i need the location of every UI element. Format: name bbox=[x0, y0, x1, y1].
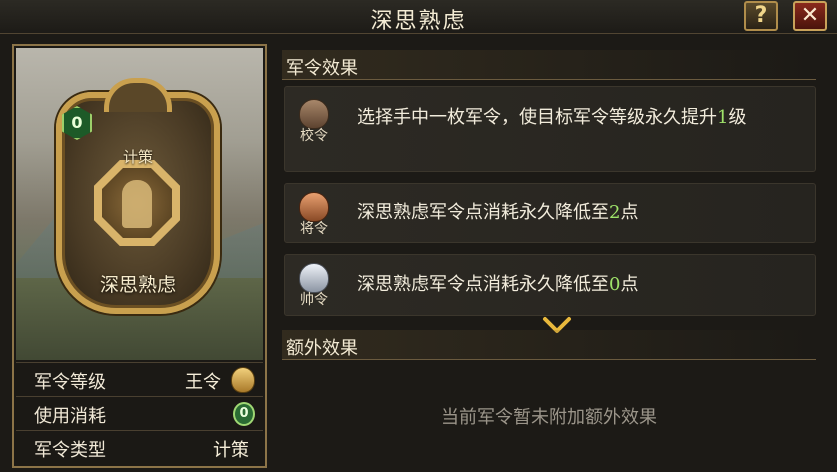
extra-effects-empty-text: 当前军令暂未附加额外效果 bbox=[441, 407, 657, 428]
card-panel: 计策 深思熟虑 0 军令等级 王令 使用消耗 0 军令类型 计策 bbox=[12, 44, 267, 468]
effect-row-shuailing: 帅令 深思熟虑军令点消耗永久降低至0点 bbox=[284, 254, 816, 316]
effect-text: 深思熟虑军令点消耗永久降低至2点 bbox=[357, 200, 803, 226]
effect-text: 深思熟虑军令点消耗永久降低至0点 bbox=[357, 272, 803, 298]
effect-number: 0 bbox=[609, 274, 621, 295]
card-name-label: 深思熟虑 bbox=[99, 274, 176, 296]
help-button[interactable]: ? bbox=[744, 1, 778, 31]
stat-row-level: 军令等级 王令 bbox=[16, 362, 263, 396]
effect-number: 1 bbox=[717, 107, 729, 128]
window-title: 深思熟虑 bbox=[370, 9, 467, 34]
title-bar: 深思熟虑 ? ✕ bbox=[0, 0, 837, 34]
stat-label: 军令类型 bbox=[34, 440, 106, 461]
scholar-portrait-icon bbox=[122, 180, 152, 228]
effect-row-jiangling: 将令 深思熟虑军令点消耗永久降低至2点 bbox=[284, 183, 816, 243]
effect-text-suffix: 级 bbox=[728, 107, 747, 128]
extra-effects-header: 额外效果 bbox=[282, 330, 816, 360]
stat-row-cost: 使用消耗 0 bbox=[16, 396, 263, 430]
stat-row-type: 军令类型 计策 bbox=[16, 430, 263, 464]
emblem-crown bbox=[104, 78, 172, 112]
rank-label: 将令 bbox=[300, 221, 328, 237]
card-stats: 军令等级 王令 使用消耗 0 军令类型 计策 bbox=[16, 362, 263, 464]
effect-text-main: 深思熟虑军令点消耗永久降低至 bbox=[357, 274, 609, 295]
effect-text-suffix: 点 bbox=[620, 202, 639, 223]
rank-label: 校令 bbox=[300, 128, 328, 144]
green-cost-icon: 0 bbox=[233, 402, 255, 426]
effect-row-xiaoling: 校令 选择手中一枚军令，使目标军令等级永久提升1级 bbox=[284, 86, 816, 172]
effect-text: 选择手中一枚军令，使目标军令等级永久提升1级 bbox=[357, 105, 803, 131]
stat-value: 计策 bbox=[213, 440, 249, 461]
effect-text-main: 选择手中一枚军令，使目标军令等级永久提升 bbox=[357, 107, 717, 128]
stat-label: 军令等级 bbox=[34, 372, 106, 393]
card-type-label: 计策 bbox=[122, 148, 153, 166]
stat-label: 使用消耗 bbox=[34, 406, 106, 427]
effect-text-suffix: 点 bbox=[620, 274, 639, 295]
rank-label: 帅令 bbox=[300, 292, 328, 308]
gold-token-icon bbox=[231, 367, 255, 393]
card-artwork: 计策 深思熟虑 0 bbox=[16, 48, 263, 360]
stat-value: 王令 bbox=[185, 372, 221, 393]
effect-text-main: 深思熟虑军令点消耗永久降低至 bbox=[357, 202, 609, 223]
effects-header: 军令效果 bbox=[282, 50, 816, 80]
close-button[interactable]: ✕ bbox=[793, 1, 827, 31]
effect-number: 2 bbox=[609, 202, 621, 223]
